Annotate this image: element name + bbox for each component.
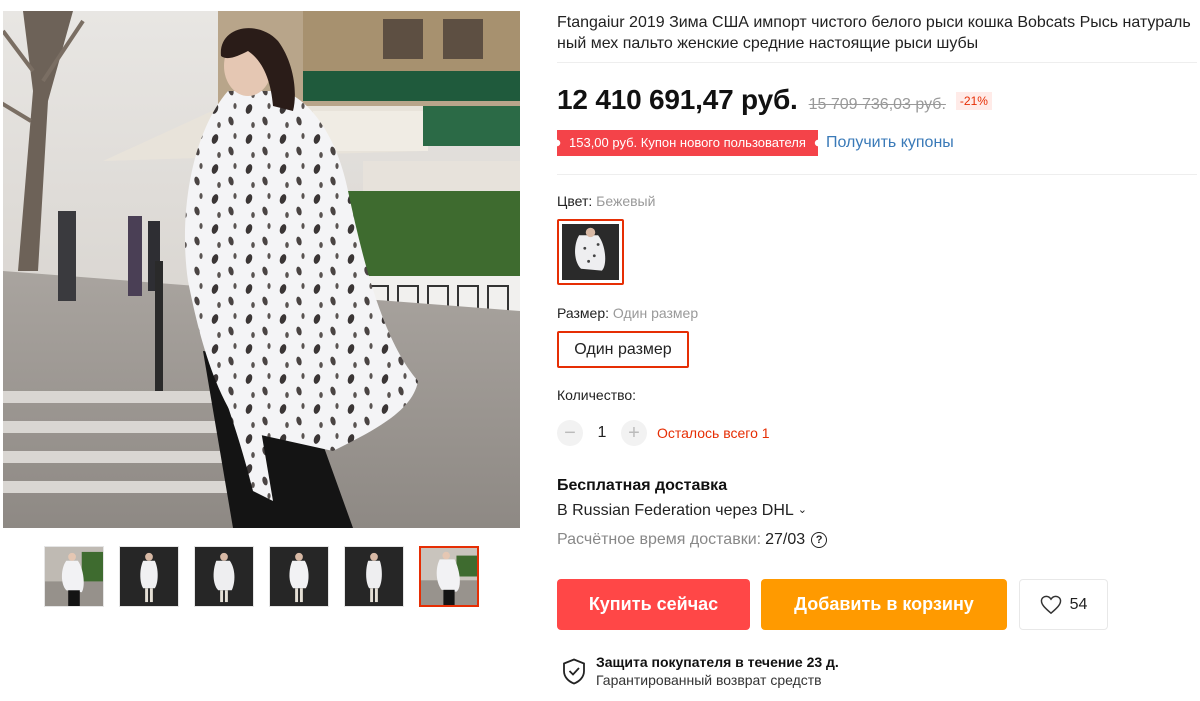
shipping-title: Бесплатная доставка	[557, 477, 728, 494]
get-coupons-link[interactable]: Получить купоны	[826, 134, 954, 152]
quantity-stepper: − 1 + Осталось всего 1	[557, 420, 770, 446]
thumbnail-2[interactable]	[119, 546, 179, 607]
color-option-beige[interactable]	[557, 219, 624, 285]
help-icon[interactable]: ?	[811, 532, 828, 548]
coupon-row: 153,00 руб. Купон нового пользователя По…	[557, 130, 954, 156]
current-price: 12 410 691,47 руб.	[557, 84, 798, 115]
color-label-row: Цвет: Бежевый	[557, 193, 655, 209]
color-value: Бежевый	[596, 193, 656, 209]
divider	[557, 62, 1197, 63]
chevron-down-icon: ⌄	[797, 504, 807, 516]
size-label-row: Размер: Один размер	[557, 305, 698, 321]
old-price: 15 709 736,03 руб.	[808, 96, 946, 113]
color-swatch-image	[562, 224, 619, 280]
wishlist-count: 54	[1069, 595, 1088, 613]
wishlist-button[interactable]: 54	[1019, 579, 1108, 630]
shipping-destination-dropdown[interactable]: В Russian Federation через DHL ⌄	[557, 502, 807, 520]
thumbnail-strip	[44, 546, 479, 607]
price-row: 12 410 691,47 руб. 15 709 736,03 руб. -2…	[557, 84, 992, 116]
quantity-decrease-button[interactable]: −	[557, 420, 583, 446]
color-label: Цвет:	[557, 193, 593, 209]
product-photo-street	[3, 11, 520, 528]
new-user-coupon-badge[interactable]: 153,00 руб. Купон нового пользователя	[557, 130, 818, 156]
size-value: Один размер	[612, 305, 699, 321]
thumbnail-5[interactable]	[344, 546, 404, 607]
size-label: Размер:	[557, 305, 610, 321]
protection-subtitle: Гарантированный возврат средств	[596, 672, 822, 688]
shipping-destination: В Russian Federation через DHL	[557, 502, 794, 519]
thumbnail-1[interactable]	[44, 546, 104, 607]
discount-badge: -21%	[955, 92, 992, 110]
main-product-image[interactable]	[3, 11, 520, 528]
delivery-time-row: Расчётное время доставки: 27/03 ?	[557, 531, 828, 549]
protection-title: Защита покупателя в течение 23 д.	[596, 654, 839, 670]
quantity-label: Количество:	[557, 387, 637, 403]
action-buttons: Купить сейчас Добавить в корзину 54	[557, 579, 1108, 630]
heart-icon	[1040, 595, 1061, 614]
stock-remaining: Осталось всего 1	[657, 425, 770, 441]
add-to-cart-button[interactable]: Добавить в корзину	[761, 579, 1007, 630]
shield-check-icon	[563, 658, 585, 684]
size-option-one-size[interactable]: Один размер	[557, 331, 689, 368]
thumbnail-3[interactable]	[194, 546, 254, 607]
divider	[557, 174, 1197, 175]
delivery-time-value: 27/03	[765, 531, 806, 548]
quantity-value[interactable]: 1	[583, 424, 621, 442]
buy-now-button[interactable]: Купить сейчас	[557, 579, 750, 630]
product-info: Ftangaiur 2019 Зима США импорт чистого б…	[557, 12, 1197, 54]
quantity-increase-button[interactable]: +	[621, 420, 647, 446]
delivery-time-label: Расчётное время доставки:	[557, 531, 762, 548]
thumbnail-4[interactable]	[269, 546, 329, 607]
buyer-protection: Защита покупателя в течение 23 д. Гарант…	[562, 653, 839, 689]
thumbnail-6[interactable]	[419, 546, 479, 607]
product-title: Ftangaiur 2019 Зима США импорт чистого б…	[557, 14, 1191, 52]
